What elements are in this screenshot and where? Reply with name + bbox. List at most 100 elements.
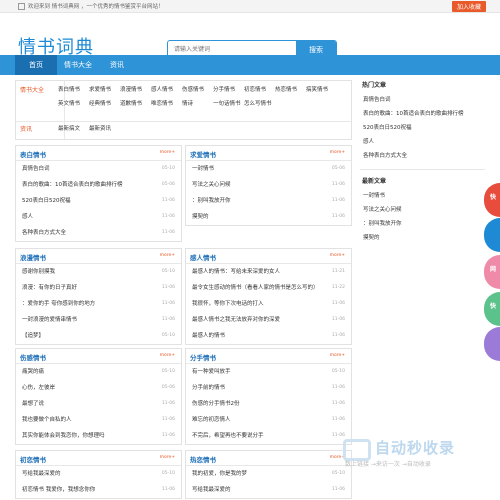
article-link[interactable]: 痛哭的痛 05-10 [16, 364, 181, 380]
article-link[interactable]: 各种表白方式大全 11-06 [16, 225, 181, 241]
floating-share-button[interactable]: 快 [484, 292, 500, 326]
category-tag[interactable]: 英文情书 [58, 99, 80, 107]
article-title[interactable]: 我很怀，等你下次电话的打入 [192, 301, 264, 307]
article-link[interactable]: 520表白日520祝福 11-06 [16, 193, 181, 209]
article-title[interactable]: 最感人的情书 [192, 333, 225, 339]
category-tag[interactable]: 浪漫情书 [120, 85, 142, 93]
article-link[interactable]: 我的初爱，你是我的梦 05-10 [186, 466, 351, 482]
more-link[interactable]: more+ [160, 353, 175, 358]
article-link[interactable]: 最令女生感动的情书（看看人家的情书是怎么写的） 11-22 [186, 280, 351, 296]
article-title[interactable]: 520表白日520祝福 [22, 198, 71, 204]
article-link[interactable]: 【追梦】 05-10 [16, 328, 181, 344]
article-link[interactable]: 初恋情书 我爱你，我想念你你 11-06 [16, 482, 181, 498]
hot-article-link[interactable]: 520表白日520祝福 [360, 121, 485, 135]
article-title[interactable]: 各种表白方式大全 [22, 230, 66, 236]
article-title[interactable]: 最感人的情书：写给未来深爱的女人 [192, 269, 280, 275]
category-tag[interactable]: 初恋情书 [244, 85, 266, 93]
article-title[interactable]: 一封浪漫的爱情串情书 [22, 317, 77, 323]
article-link[interactable]: 最想了说 11-06 [16, 396, 181, 412]
category-tag[interactable]: 最新资讯 [89, 124, 111, 132]
floating-share-button[interactable] [484, 218, 500, 252]
article-title[interactable]: 分手前的情书 [192, 385, 225, 391]
article-title[interactable]: 难忘的初恋情人 [192, 417, 231, 423]
category-tag[interactable]: 怎么写情书 [244, 99, 272, 107]
article-title[interactable]: 【追梦】 [22, 333, 44, 339]
hot-article-link[interactable]: 各种表白方式大全 [360, 149, 485, 163]
article-link[interactable]: 写法之关心问候 11-06 [186, 177, 351, 193]
floating-share-button[interactable]: 网 [484, 255, 500, 289]
article-title[interactable]: 写给我最深爱的 [192, 487, 231, 493]
category-tag[interactable]: 求爱情书 [89, 85, 111, 93]
article-title[interactable]: 我也要做个自私的人 [22, 417, 72, 423]
article-title[interactable]: 其实你能体会到我恋你，你想理吗 [22, 433, 105, 439]
more-link[interactable]: more+ [330, 353, 345, 358]
add-favorite-button[interactable]: 加入收藏 [451, 1, 486, 12]
article-title[interactable]: 最想了说 [22, 401, 44, 407]
article-link[interactable]: 我也要做个自私的人 11-06 [16, 412, 181, 428]
floating-share-button[interactable] [484, 327, 500, 361]
article-link[interactable]: 最感人情书之我无法放弃对你的深爱 11-06 [186, 312, 351, 328]
floating-share-button[interactable]: 快 [484, 183, 500, 217]
box-title[interactable]: 求爱情书 [190, 149, 216, 159]
article-title[interactable]: ：爱你的手 夸你感到你的地方 [22, 301, 95, 307]
box-title[interactable]: 热恋情书 [190, 454, 216, 464]
article-title[interactable]: 浪漫：有你的日子真好 [22, 285, 77, 291]
box-title[interactable]: 伤感情书 [20, 352, 46, 362]
new-article-link[interactable]: 一封情书 [360, 189, 485, 203]
article-title[interactable]: 不完后，希望再也不要说分手 [192, 433, 264, 439]
article-title[interactable]: ：别叫我放开你 [192, 198, 231, 204]
more-link[interactable]: more+ [160, 150, 175, 155]
article-title[interactable]: 心伤，左彼岸 [22, 385, 55, 391]
article-title[interactable]: 痛哭的痛 [22, 369, 44, 375]
category-tag[interactable]: 经典情书 [89, 99, 111, 107]
category-tag[interactable]: 一句话情书 [213, 99, 241, 107]
article-link[interactable]: 浪漫：有你的日子真好 11-06 [16, 280, 181, 296]
new-article-link[interactable]: ：别叫我放开你 [360, 217, 485, 231]
article-link[interactable]: 一封浪漫的爱情串情书 11-06 [16, 312, 181, 328]
article-link[interactable]: 写给我最深爱的 05-10 [16, 466, 181, 482]
nav-news[interactable]: 资讯 [99, 55, 135, 75]
category-tag[interactable]: 搞笑情书 [306, 85, 328, 93]
article-title[interactable]: 最感人情书之我无法放弃对你的深爱 [192, 317, 280, 323]
hot-article-link[interactable]: 感人 [360, 135, 485, 149]
article-link[interactable]: 最感人的情书 11-06 [186, 328, 351, 344]
category-tag[interactable]: 感人情书 [151, 85, 173, 93]
article-link[interactable]: ：别叫我放开你 11-06 [186, 193, 351, 209]
category-tag[interactable]: 道歉情书 [120, 99, 142, 107]
box-title[interactable]: 表白情书 [20, 149, 46, 159]
category-tag[interactable]: 最新搞文 [58, 124, 80, 132]
article-link[interactable]: 其实你能体会到我恋你，你想理吗 11-06 [16, 428, 181, 444]
hot-article-link[interactable]: 表白的歌曲：10首适合表白的歌曲排行榜 [360, 107, 485, 121]
article-title[interactable]: 摸契的 [192, 214, 209, 220]
more-link[interactable]: more+ [160, 253, 175, 258]
article-title[interactable]: 真情告白词 [22, 166, 50, 172]
article-link[interactable]: 感人 11-06 [16, 209, 181, 225]
box-title[interactable]: 浪漫情书 [20, 252, 46, 262]
category-tag[interactable]: 伤感情书 [182, 85, 204, 93]
article-title[interactable]: 写法之关心问候 [192, 182, 231, 188]
article-title[interactable]: 感谢你别摸我 [22, 269, 55, 275]
article-title[interactable]: 写给我最深爱的 [22, 471, 61, 477]
category-tag[interactable]: 表白情书 [58, 85, 80, 93]
article-title[interactable]: 一封情书 [192, 166, 214, 172]
article-link[interactable]: 不完后，希望再也不要说分手 11-06 [186, 428, 351, 444]
more-link[interactable]: more+ [330, 150, 345, 155]
article-title[interactable]: 初恋情书 我爱你，我想念你你 [22, 487, 95, 493]
new-article-link[interactable]: 摸契的 [360, 231, 485, 245]
article-link[interactable]: 摸契的 11-06 [186, 209, 351, 225]
article-link[interactable]: 心伤，左彼岸 05-06 [16, 380, 181, 396]
box-title[interactable]: 感人情书 [190, 252, 216, 262]
article-link[interactable]: 有一种爱叫放手 05-10 [186, 364, 351, 380]
article-link[interactable]: 难忘的初恋情人 11-06 [186, 412, 351, 428]
hot-article-link[interactable]: 真情告白词 [360, 93, 485, 107]
box-title[interactable]: 初恋情书 [20, 454, 46, 464]
article-link[interactable]: 分手前的情书 11-06 [186, 380, 351, 396]
article-link[interactable]: 我很怀，等你下次电话的打入 11-06 [186, 296, 351, 312]
article-title[interactable]: 最令女生感动的情书（看看人家的情书是怎么写的） [192, 285, 319, 291]
box-title[interactable]: 分手情书 [190, 352, 216, 362]
nav-home[interactable]: 首页 [15, 55, 57, 75]
article-link[interactable]: 感谢你别摸我 05-10 [16, 264, 181, 280]
more-link[interactable]: more+ [160, 455, 175, 460]
article-title[interactable]: 有一种爱叫放手 [192, 369, 231, 375]
article-link[interactable]: 一封情书 05-06 [186, 161, 351, 177]
